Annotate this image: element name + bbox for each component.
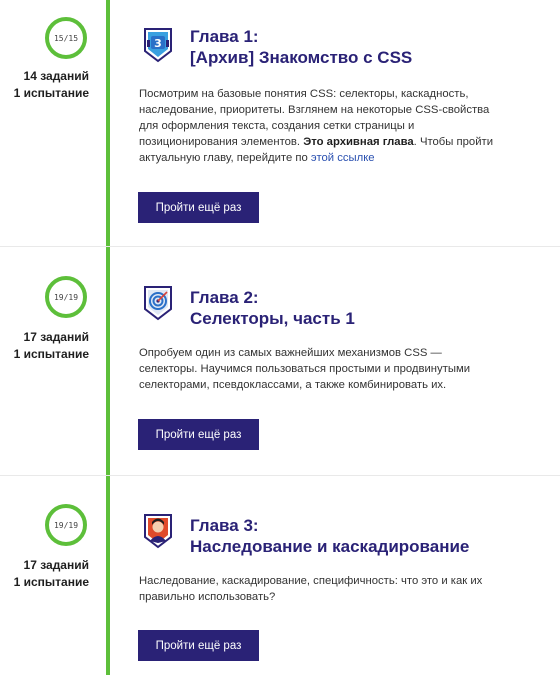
- description-text: Наследование, каскадирование, специфично…: [139, 575, 483, 603]
- section-divider: [0, 246, 560, 247]
- target-shield-icon: [144, 286, 172, 321]
- progress-count: 19/19: [53, 520, 79, 530]
- progress-count: 15/15: [53, 33, 79, 43]
- tasks-count: 17 заданий: [23, 558, 89, 572]
- progress-count: 19/19: [53, 292, 79, 302]
- css-shield-icon: 3: [144, 28, 172, 63]
- section-divider: [0, 475, 560, 476]
- progress-circle: 19/19: [45, 504, 87, 546]
- trials-count: 1 испытание: [13, 575, 89, 589]
- trials-count: 1 испытание: [13, 86, 89, 100]
- chapter-description: Опробуем один из самых важнейших механиз…: [139, 345, 499, 393]
- chapter-number: Глава 2:: [190, 288, 259, 307]
- trials-count: 1 испытание: [13, 347, 89, 361]
- chapter-name: [Архив] Знакомство с CSS: [190, 48, 413, 67]
- chapter-stats: 17 заданий 1 испытание: [0, 329, 89, 363]
- timeline-line: [106, 0, 110, 675]
- chapter-name: Наследование и каскадирование: [190, 537, 470, 556]
- retry-chapter-button[interactable]: Пройти ещё раз: [138, 419, 259, 450]
- tasks-count: 14 заданий: [23, 69, 89, 83]
- progress-circle: 15/15: [45, 17, 87, 59]
- archive-note: Это архивная глава: [303, 136, 414, 148]
- retry-chapter-button[interactable]: Пройти ещё раз: [138, 630, 259, 661]
- tasks-count: 17 заданий: [23, 330, 89, 344]
- chapter-number: Глава 1:: [190, 27, 259, 46]
- chapter-stats: 17 заданий 1 испытание: [0, 557, 89, 591]
- chapter-name: Селекторы, часть 1: [190, 309, 355, 328]
- chapter-description: Посмотрим на базовые понятия CSS: селект…: [139, 86, 499, 166]
- character-shield-icon: [144, 514, 172, 549]
- description-text: Опробуем один из самых важнейших механиз…: [139, 347, 471, 391]
- chapter-title: Глава 2: Селекторы, часть 1: [190, 287, 355, 329]
- progress-circle: 19/19: [45, 276, 87, 318]
- retry-chapter-button[interactable]: Пройти ещё раз: [138, 192, 259, 223]
- svg-text:3: 3: [154, 37, 162, 50]
- chapter-title: Глава 1: [Архив] Знакомство с CSS: [190, 26, 412, 68]
- chapter-description: Наследование, каскадирование, специфично…: [139, 573, 509, 605]
- chapter-title: Глава 3: Наследование и каскадирование: [190, 515, 469, 557]
- chapter-number: Глава 3:: [190, 516, 259, 535]
- chapter-stats: 14 заданий 1 испытание: [0, 68, 89, 102]
- current-chapter-link[interactable]: этой ссылке: [311, 152, 375, 164]
